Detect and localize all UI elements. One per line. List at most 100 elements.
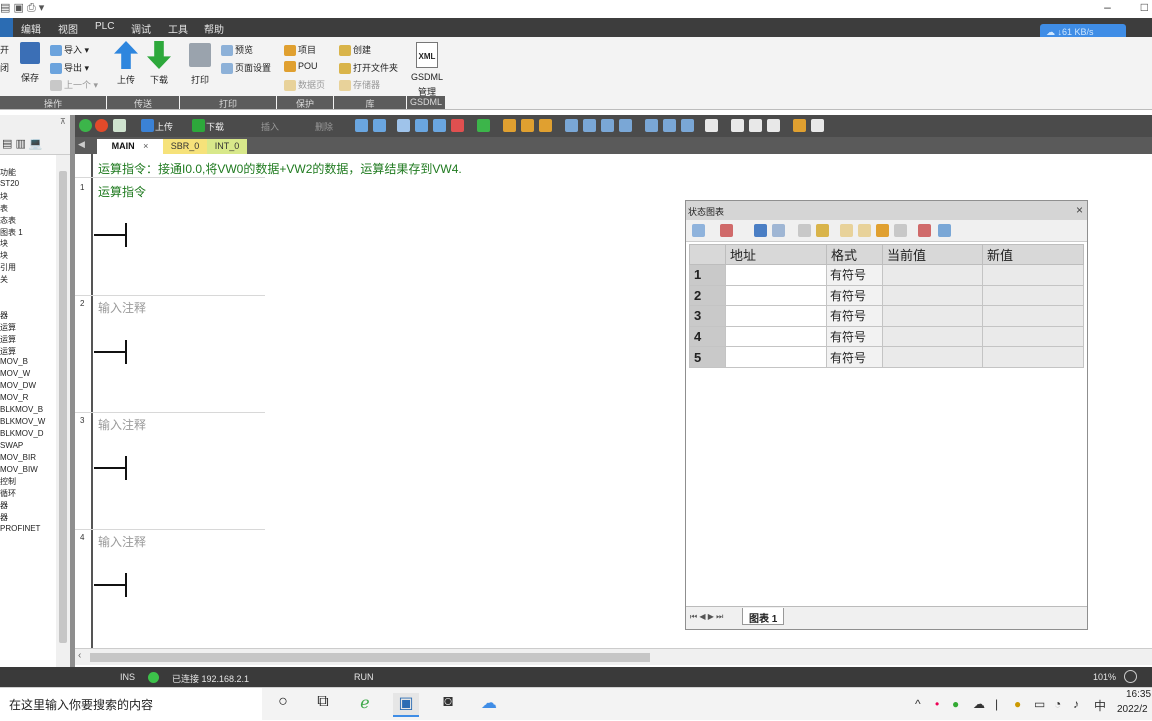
print-button[interactable]: 打印 bbox=[191, 73, 209, 86]
tray-app-icon[interactable]: ● bbox=[952, 697, 959, 711]
cortana-icon[interactable]: ○ bbox=[270, 693, 296, 717]
read-forced-icon[interactable] bbox=[894, 224, 907, 237]
contact-down-icon[interactable] bbox=[583, 119, 596, 132]
add-icon[interactable] bbox=[692, 224, 705, 237]
address-cell[interactable] bbox=[725, 325, 827, 348]
download-toolbar-button[interactable]: 下载 bbox=[206, 120, 224, 133]
address-cell[interactable] bbox=[725, 346, 827, 368]
tree-item[interactable]: 器 bbox=[0, 512, 8, 523]
stop-icon[interactable] bbox=[95, 119, 108, 132]
network-title[interactable]: 输入注释 bbox=[98, 416, 146, 433]
row-number[interactable]: 5 bbox=[689, 346, 726, 368]
unlock-icon[interactable] bbox=[521, 119, 534, 132]
comment-icon[interactable] bbox=[705, 119, 718, 132]
network-title[interactable]: 输入注释 bbox=[98, 299, 146, 316]
memory-button[interactable]: 存储器 bbox=[339, 78, 380, 92]
tab-scroll-left-icon[interactable]: ◀ bbox=[78, 139, 85, 150]
sheet-tab-chart1[interactable]: 图表 1 bbox=[742, 608, 785, 625]
bookmark-next-icon[interactable] bbox=[373, 119, 386, 132]
close-icon[interactable]: × bbox=[1076, 203, 1083, 217]
clock-time[interactable]: 16:35 bbox=[1126, 689, 1151, 700]
preview-button[interactable]: 预览 bbox=[221, 43, 253, 57]
comment-icon[interactable] bbox=[938, 224, 951, 237]
coil-insert-icon[interactable] bbox=[663, 119, 676, 132]
editor-hscrollbar[interactable]: ‹ bbox=[75, 648, 1152, 665]
plc-app-icon[interactable]: ◙ bbox=[435, 693, 461, 717]
save-button[interactable]: 保存 bbox=[21, 71, 39, 84]
insert-toolbar-button[interactable]: 插入 bbox=[261, 120, 279, 133]
new-value-cell[interactable] bbox=[982, 284, 1084, 307]
monitor-icon[interactable] bbox=[477, 119, 490, 132]
tree-item[interactable]: BLKMOV_W bbox=[0, 417, 45, 426]
menu-view[interactable]: 视图 bbox=[58, 21, 78, 36]
new-value-cell[interactable] bbox=[982, 346, 1084, 368]
new-value-cell[interactable] bbox=[982, 264, 1084, 286]
properties-icon[interactable] bbox=[811, 119, 824, 132]
lock-icon[interactable] bbox=[503, 119, 516, 132]
status-chart-titlebar[interactable]: 状态图表 bbox=[686, 201, 1087, 220]
address-cell[interactable] bbox=[725, 305, 827, 327]
row-number[interactable]: 3 bbox=[689, 305, 726, 327]
address-cell[interactable] bbox=[725, 264, 827, 286]
contact-icon[interactable] bbox=[645, 119, 658, 132]
delete-row-icon[interactable] bbox=[720, 224, 733, 237]
scroll-left-icon[interactable]: ‹ bbox=[78, 650, 81, 661]
quick-access-toolbar[interactable]: ▤ ▣ ⎙ ▾ bbox=[0, 1, 44, 15]
tree-item[interactable]: 循环 bbox=[0, 488, 16, 499]
tray-app2-icon[interactable]: ● bbox=[1014, 697, 1021, 711]
compile-icon[interactable] bbox=[113, 119, 126, 132]
upload-toolbar-button[interactable]: 上传 bbox=[155, 120, 173, 133]
tray-expand-icon[interactable]: ^ bbox=[915, 697, 921, 711]
tree-item[interactable]: PROFINET bbox=[0, 524, 40, 533]
format-cell[interactable]: 有符号 bbox=[826, 284, 883, 307]
tree-toolbar-icons[interactable]: ▤ ▥ 💻 bbox=[2, 137, 43, 150]
ime-indicator[interactable]: 中 bbox=[1094, 697, 1106, 714]
tree-item[interactable]: 运算 bbox=[0, 334, 16, 345]
tree-item[interactable]: MOV_B bbox=[0, 357, 28, 366]
cloud-app-icon[interactable]: ☁ bbox=[476, 693, 502, 717]
previous-button[interactable]: 上一个 ▾ bbox=[50, 78, 98, 92]
row-number[interactable]: 1 bbox=[689, 264, 726, 286]
tree-item[interactable]: 器 bbox=[0, 310, 8, 321]
tree-item[interactable]: 运算 bbox=[0, 346, 16, 357]
pou-icon[interactable] bbox=[793, 119, 806, 132]
chart-icon[interactable] bbox=[767, 119, 780, 132]
import-button[interactable]: 导入 ▾ bbox=[50, 43, 89, 57]
format-cell[interactable]: 有符号 bbox=[826, 305, 883, 327]
format-cell[interactable]: 有符号 bbox=[826, 264, 883, 286]
tree-item[interactable]: ST20 bbox=[0, 179, 19, 188]
scrollbar-thumb[interactable] bbox=[90, 653, 650, 662]
menu-tools[interactable]: 工具 bbox=[168, 21, 188, 36]
new-value-cell[interactable] bbox=[982, 325, 1084, 348]
download-button[interactable]: 下载 bbox=[150, 73, 168, 86]
microphone-icon[interactable]: | bbox=[995, 697, 998, 711]
network-title[interactable]: 输入注释 bbox=[98, 533, 146, 550]
edit-icon[interactable] bbox=[749, 119, 762, 132]
tree-item[interactable]: 表 bbox=[0, 203, 8, 214]
bookmark-icon[interactable] bbox=[355, 119, 368, 132]
run-icon[interactable] bbox=[79, 119, 92, 132]
tab-int0[interactable]: INT_0 bbox=[207, 139, 247, 154]
tree-item[interactable]: 器 bbox=[0, 500, 8, 511]
address-cell[interactable] bbox=[725, 284, 827, 307]
close-button[interactable]: 闭 bbox=[0, 61, 9, 74]
new-value-cell[interactable] bbox=[982, 305, 1084, 327]
tree-item[interactable]: 控制 bbox=[0, 476, 16, 487]
force-icon[interactable] bbox=[840, 224, 853, 237]
protect-icon[interactable] bbox=[539, 119, 552, 132]
menu-debug[interactable]: 调试 bbox=[131, 21, 151, 36]
tree-item[interactable]: MOV_R bbox=[0, 393, 28, 402]
tree-item[interactable]: MOV_DW bbox=[0, 381, 36, 390]
app-window-icon[interactable]: ▣ bbox=[393, 693, 419, 717]
page-setup-button[interactable]: 页面设置 bbox=[221, 61, 271, 75]
coil-icon[interactable] bbox=[397, 119, 410, 132]
clock-date[interactable]: 2022/2 bbox=[1117, 704, 1148, 715]
power-rail-contact[interactable] bbox=[94, 223, 128, 247]
data-page-button[interactable]: 数据页 bbox=[284, 78, 325, 92]
unforce-icon[interactable] bbox=[858, 224, 871, 237]
format-cell[interactable]: 有符号 bbox=[826, 325, 883, 348]
create-button[interactable]: 创建 bbox=[339, 43, 371, 57]
contact-up-icon[interactable] bbox=[601, 119, 614, 132]
program-comment[interactable]: 运算指令：接通I0.0,将VW0的数据+VW2的数据，运算结果存到VW4. bbox=[98, 160, 462, 177]
gsdml-button[interactable]: GSDML bbox=[411, 72, 443, 82]
